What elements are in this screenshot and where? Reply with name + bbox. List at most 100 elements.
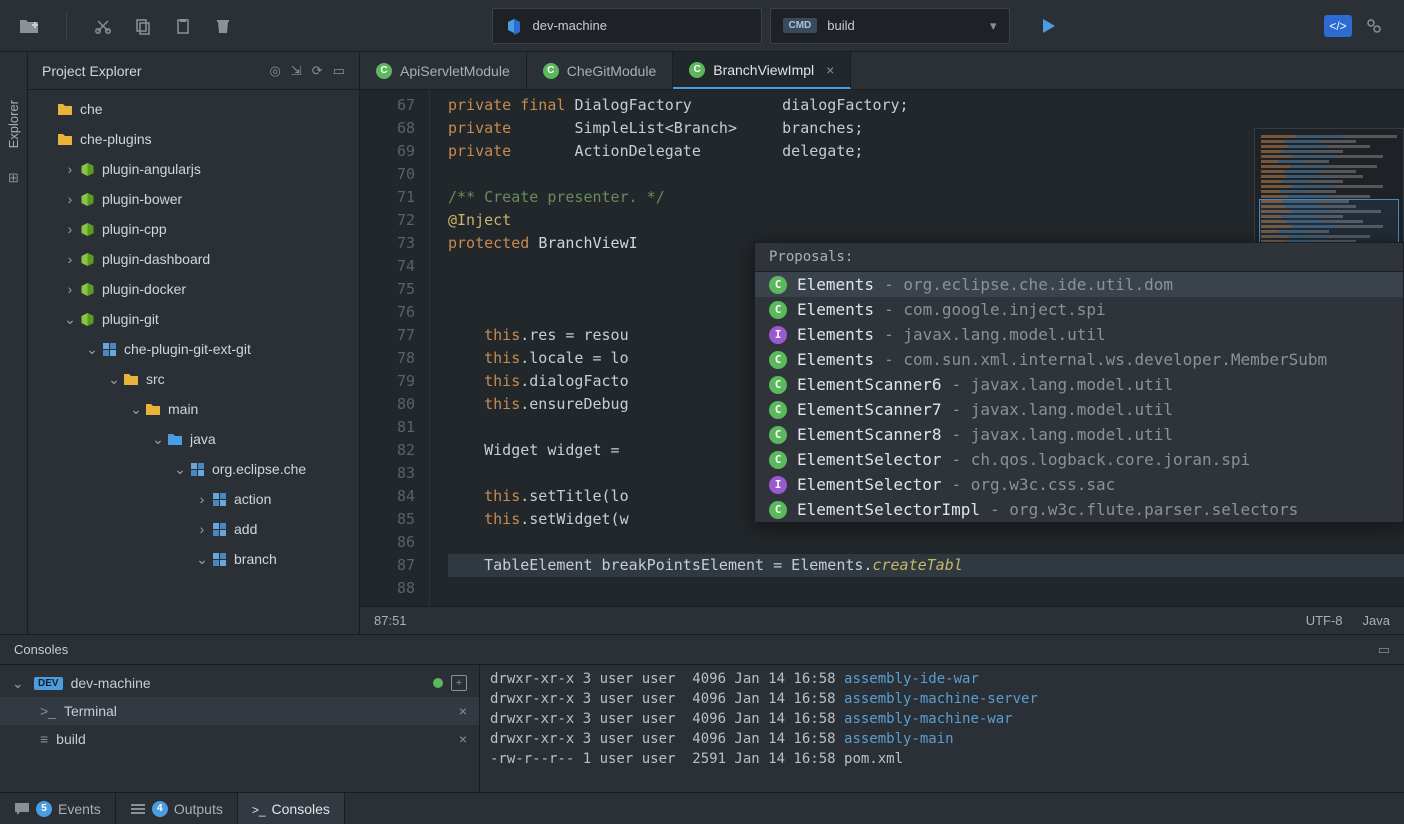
proposal-package: - ch.qos.logback.core.joran.spi [952, 450, 1251, 469]
console-tree-item[interactable]: ≡build× [0, 725, 479, 753]
editor-area: CApiServletModuleCCheGitModuleCBranchVie… [360, 52, 1404, 634]
proposal-package: - javax.lang.model.util [952, 425, 1174, 444]
close-icon[interactable]: × [459, 731, 467, 747]
terminal-output[interactable]: drwxr-xr-x 3 user user 4096 Jan 14 16:58… [480, 665, 1404, 792]
close-icon[interactable]: × [459, 703, 467, 719]
tree-icon [56, 102, 74, 116]
tree-toggle[interactable]: › [62, 251, 78, 267]
tree-toggle[interactable]: › [194, 491, 210, 507]
tree-node[interactable]: › add [28, 514, 359, 544]
dev-badge: DEV [34, 677, 63, 690]
tree-icon [122, 372, 140, 386]
tree-node[interactable]: ›plugin-bower [28, 184, 359, 214]
tree-node[interactable]: ⌄org.eclipse.che [28, 454, 359, 484]
proposal-item[interactable]: CElements - com.sun.xml.internal.ws.deve… [755, 347, 1403, 372]
autocomplete-popup: Proposals: CElements - org.eclipse.che.i… [754, 242, 1404, 523]
command-selector[interactable]: CMD build ▾ [770, 8, 1010, 44]
add-terminal-button[interactable]: + [451, 675, 467, 691]
tree-toggle[interactable]: › [62, 191, 78, 207]
editor-tab[interactable]: CBranchViewImpl× [673, 52, 851, 89]
file-language[interactable]: Java [1363, 613, 1390, 628]
proposal-item[interactable]: CElements - org.eclipse.che.ide.util.dom [755, 272, 1403, 297]
proposal-item[interactable]: CElementScanner8 - javax.lang.model.util [755, 422, 1403, 447]
interface-icon: I [769, 476, 787, 494]
tree-node[interactable]: ⌄ branch [28, 544, 359, 574]
delete-button[interactable] [209, 12, 237, 40]
tree-toggle[interactable]: › [62, 221, 78, 237]
minimize-icon[interactable]: ▭ [333, 63, 345, 79]
tree-node[interactable]: che-plugins [28, 124, 359, 154]
proposal-item[interactable]: IElementSelector - org.w3c.css.sac [755, 472, 1403, 497]
tree-icon [78, 192, 96, 207]
tree-toggle[interactable]: ⌄ [106, 371, 122, 388]
class-icon: C [769, 301, 787, 319]
tree-node[interactable]: ›plugin-docker [28, 274, 359, 304]
cut-button[interactable] [89, 12, 117, 40]
tree-toggle[interactable]: ⌄ [12, 675, 26, 692]
editor-tab[interactable]: CApiServletModule [360, 52, 527, 89]
tree-node[interactable]: che [28, 94, 359, 124]
paste-button[interactable] [169, 12, 197, 40]
proposal-item[interactable]: CElementScanner6 - javax.lang.model.util [755, 372, 1403, 397]
settings-icon[interactable] [1360, 12, 1388, 40]
copy-button[interactable] [129, 12, 157, 40]
structure-tab-icon[interactable]: ⊞ [8, 170, 19, 186]
class-icon: C [376, 63, 392, 79]
file-permissions: drwxr-xr-x 3 user user 4096 Jan 14 16:58 [490, 731, 844, 747]
tree-node[interactable]: › plugin-dashboard [28, 244, 359, 274]
tree-node[interactable]: ›plugin-cpp [28, 214, 359, 244]
tree-toggle[interactable]: › [194, 521, 210, 537]
proposal-item[interactable]: CElementSelectorImpl - org.w3c.flute.par… [755, 497, 1403, 522]
tree-node[interactable]: ⌄java [28, 424, 359, 454]
tree-toggle[interactable]: ⌄ [128, 401, 144, 418]
file-name: pom.xml [844, 751, 903, 767]
proposal-item[interactable]: IElements - javax.lang.model.util [755, 322, 1403, 347]
machine-name: dev-machine [533, 18, 607, 33]
class-icon: C [689, 62, 705, 78]
tree-node[interactable]: ⌄che-plugin-git-ext-git [28, 334, 359, 364]
tree-toggle[interactable]: ⌄ [84, 341, 100, 358]
proposal-item[interactable]: CElementScanner7 - javax.lang.model.util [755, 397, 1403, 422]
tree-toggle[interactable]: ⌄ [62, 311, 78, 328]
tree-toggle[interactable]: ⌄ [172, 461, 188, 478]
tree-node[interactable]: ⌄plugin-git [28, 304, 359, 334]
run-button[interactable] [1026, 8, 1070, 44]
console-tree-item[interactable]: >_Terminal× [0, 697, 479, 725]
tree-label: branch [234, 551, 277, 567]
bottom-tab[interactable]: 5Events [0, 793, 116, 824]
locate-icon[interactable]: ◎ [270, 63, 281, 79]
file-name: assembly-main [844, 731, 954, 747]
proposal-item[interactable]: CElementSelector - ch.qos.logback.core.j… [755, 447, 1403, 472]
tree-node[interactable]: ›plugin-angularjs [28, 154, 359, 184]
consoles-tree: ⌄DEVdev-machine+>_Terminal×≡build× [0, 665, 480, 792]
proposal-package: - com.google.inject.spi [884, 300, 1106, 319]
proposal-package: - org.eclipse.che.ide.util.dom [884, 275, 1173, 294]
panel-minimize-icon[interactable]: ▭ [1378, 642, 1390, 658]
class-icon: C [769, 426, 787, 444]
bottom-tab[interactable]: 4Outputs [116, 793, 238, 824]
tree-label: plugin-dashboard [102, 251, 210, 267]
proposal-name: ElementScanner7 [797, 400, 942, 419]
tree-node[interactable]: ›action [28, 484, 359, 514]
tree-toggle[interactable]: ⌄ [150, 431, 166, 448]
tree-node[interactable]: ⌄src [28, 364, 359, 394]
code-view-button[interactable]: </> [1324, 15, 1352, 37]
new-file-button[interactable] [16, 12, 44, 40]
machine-selector[interactable]: dev-machine [492, 8, 762, 44]
bottom-tab[interactable]: >_Consoles [238, 793, 345, 824]
refresh-icon[interactable]: ⟳ [312, 63, 323, 79]
class-icon: C [769, 451, 787, 469]
tree-toggle[interactable]: › [62, 161, 78, 177]
tree-node[interactable]: ⌄main [28, 394, 359, 424]
tree-toggle[interactable]: ⌄ [194, 551, 210, 568]
explorer-tab[interactable]: Explorer [4, 92, 23, 156]
tree-label: add [234, 521, 257, 537]
file-tree[interactable]: cheche-plugins›plugin-angularjs›plugin-b… [28, 90, 359, 634]
editor-tab[interactable]: CCheGitModule [527, 52, 674, 89]
close-icon[interactable]: × [826, 62, 834, 78]
file-encoding[interactable]: UTF-8 [1306, 613, 1343, 628]
collapse-icon[interactable]: ⇲ [291, 63, 302, 79]
proposal-item[interactable]: CElements - com.google.inject.spi [755, 297, 1403, 322]
tree-toggle[interactable]: › [62, 281, 78, 297]
console-tree-item[interactable]: ⌄DEVdev-machine+ [0, 669, 479, 697]
